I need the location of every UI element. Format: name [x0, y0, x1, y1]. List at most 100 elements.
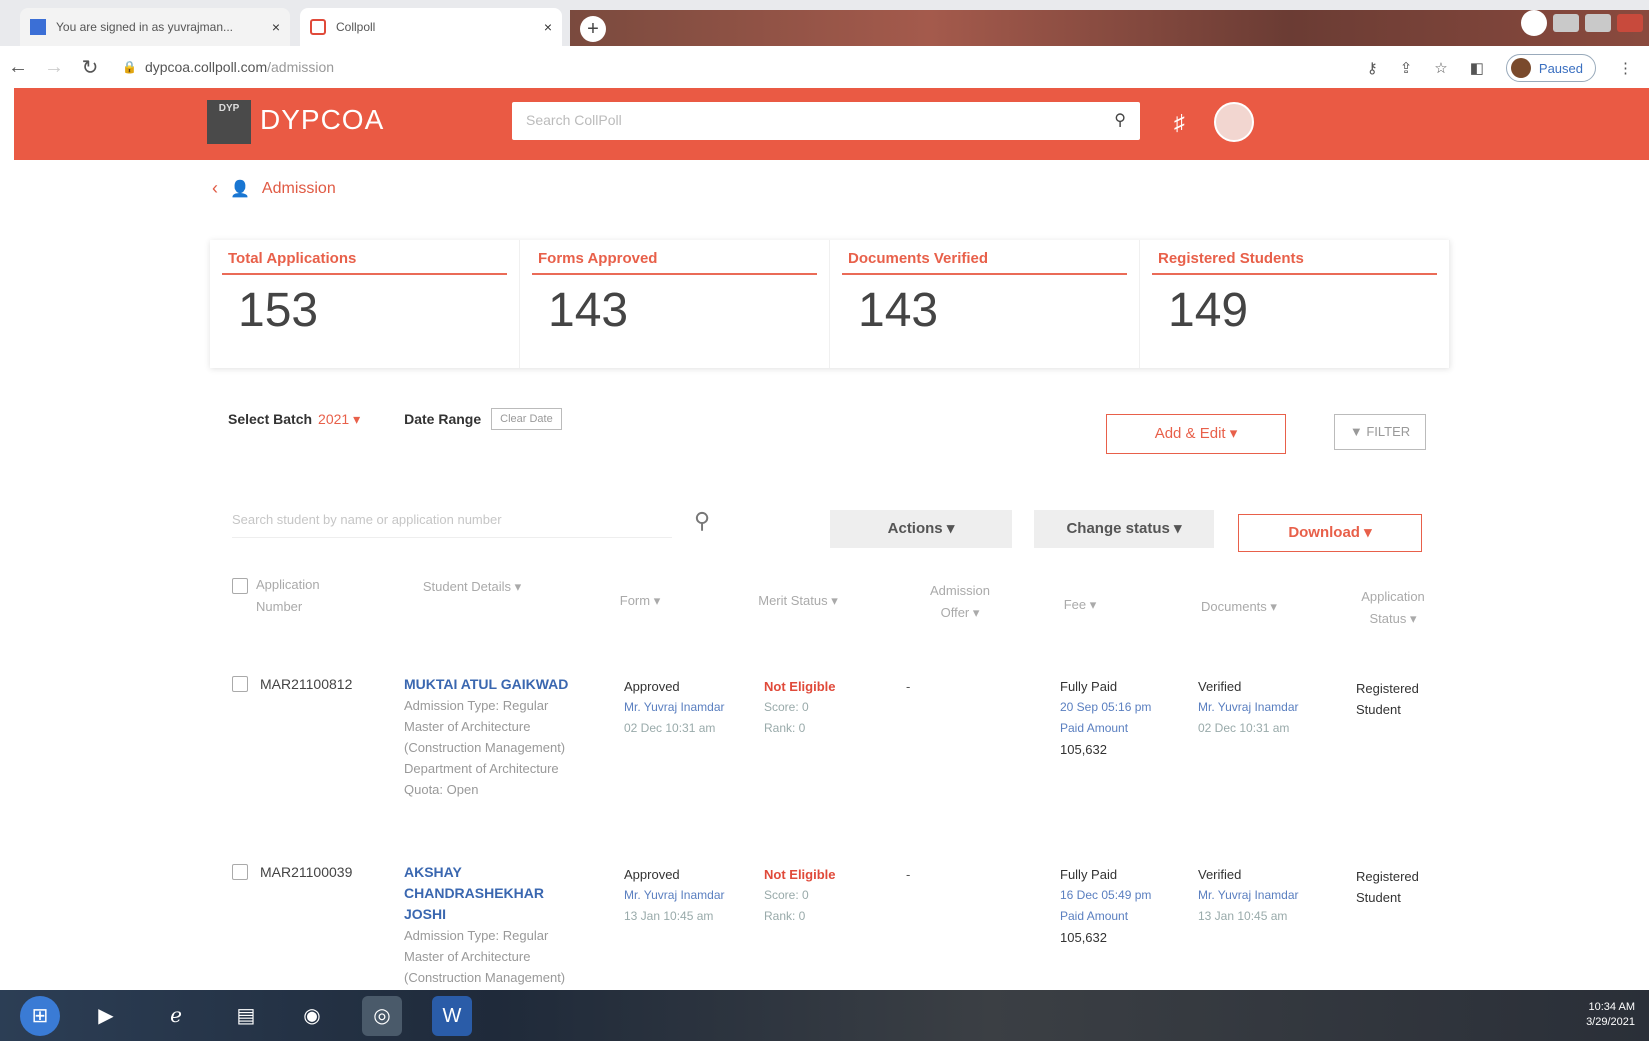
bookmark-star-icon[interactable]: ☆ — [1434, 59, 1447, 77]
table-row[interactable]: MAR21100812 MUKTAI ATUL GAIKWAD Admissio… — [230, 652, 1450, 842]
lock-icon: 🔒 — [122, 60, 137, 74]
stat-card-documents-verified[interactable]: Documents Verified 143 — [830, 240, 1140, 368]
internet-explorer-icon[interactable]: ℯ — [156, 996, 196, 1036]
stat-card-total-applications[interactable]: Total Applications 153 — [210, 240, 520, 368]
col-merit-status[interactable]: Merit Status ▾ — [738, 590, 858, 612]
col-documents[interactable]: Documents ▾ — [1184, 596, 1294, 618]
fee-cell: Fully Paid 20 Sep 05:16 pm Paid Amount 1… — [1060, 676, 1180, 760]
tab-search-icon[interactable] — [1521, 10, 1547, 36]
download-dropdown[interactable]: Download ▾ — [1238, 514, 1422, 552]
select-all-checkbox[interactable] — [232, 578, 248, 601]
more-menu-icon[interactable]: ⋮ — [1618, 59, 1633, 77]
student-name-link[interactable]: MUKTAI ATUL GAIKWAD — [404, 674, 594, 695]
brand-name[interactable]: DYPCOA — [260, 104, 384, 136]
close-tab-icon[interactable]: × — [544, 19, 552, 35]
student-detail-line: Admission Type: Regular — [404, 928, 549, 943]
filter-button[interactable]: ▼ FILTER — [1334, 414, 1426, 450]
url-host: dypcoa.collpoll.com — [144, 59, 268, 75]
student-search-input[interactable] — [232, 502, 672, 538]
search-icon[interactable]: ⚲ — [694, 508, 710, 534]
minimize-button[interactable] — [1553, 14, 1579, 32]
fee-amount: 105,632 — [1060, 742, 1107, 757]
application-number: MAR21100812 — [260, 676, 353, 692]
col-fee[interactable]: Fee ▾ — [1050, 594, 1110, 616]
stat-value: 149 — [1168, 284, 1249, 337]
app-header: DYP DYPCOA ⚲ ♯ — [14, 88, 1649, 160]
col-form[interactable]: Form ▾ — [600, 590, 680, 612]
stat-value: 153 — [238, 284, 319, 337]
back-chevron-icon[interactable]: ‹ — [212, 178, 218, 199]
system-tray-clock[interactable]: 10:34 AM 3/29/2021 — [1586, 1000, 1635, 1030]
actions-dropdown[interactable]: Actions ▾ — [830, 510, 1012, 548]
logo-text: DYP — [218, 103, 240, 114]
fee-status: Fully Paid — [1060, 679, 1118, 694]
start-button[interactable]: ⊞ — [20, 996, 60, 1036]
profile-paused-button[interactable]: Paused — [1505, 54, 1596, 82]
row-checkbox[interactable] — [232, 676, 248, 698]
col-admission-offer[interactable]: Admission Offer ▾ — [920, 580, 1000, 624]
fee-amount: 105,632 — [1060, 930, 1107, 945]
user-avatar[interactable] — [1214, 102, 1254, 142]
firefox-icon[interactable]: ◉ — [292, 996, 332, 1036]
forward-arrow-icon[interactable]: → — [36, 56, 72, 79]
documents-cell: Verified Mr. Yuvraj Inamdar 13 Jan 10:45… — [1198, 864, 1328, 927]
reload-icon[interactable]: ↻ — [72, 55, 108, 80]
clock-time: 10:34 AM — [1588, 1001, 1635, 1013]
word-icon[interactable]: W — [432, 996, 472, 1036]
student-details: MUKTAI ATUL GAIKWAD Admission Type: Regu… — [404, 674, 594, 800]
student-details: AKSHAY CHANDRASHEKHAR JOSHI Admission Ty… — [404, 862, 574, 988]
search-icon[interactable]: ⚲ — [1114, 110, 1126, 130]
form-cell: Approved Mr. Yuvraj Inamdar 02 Dec 10:31… — [624, 676, 754, 739]
student-detail-line: (Construction Management) — [404, 970, 566, 985]
clear-date-button[interactable]: Clear Date — [491, 408, 562, 430]
stat-label: Documents Verified — [842, 250, 1127, 275]
fee-cell: Fully Paid 16 Dec 05:49 pm Paid Amount 1… — [1060, 864, 1180, 948]
change-status-dropdown[interactable]: Change status ▾ — [1034, 510, 1214, 548]
back-arrow-icon[interactable]: ← — [0, 56, 36, 79]
tab-title: You are signed in as yuvrajman... — [56, 20, 233, 34]
merit-rank: Rank: 0 — [764, 909, 806, 923]
stat-card-registered-students[interactable]: Registered Students 149 — [1140, 240, 1450, 368]
address-bar: ← → ↻ 🔒 dypcoa.collpoll.com/admission ⚷ … — [0, 46, 1649, 88]
browser-toolbar: ⚷ ⇪ ☆ ◧ Paused ⋮ — [1367, 54, 1633, 82]
stat-value: 143 — [858, 284, 939, 337]
student-detail-line: Master of Architecture — [404, 949, 531, 964]
browser-tab-1[interactable]: You are signed in as yuvrajman... × — [20, 8, 290, 46]
close-tab-icon[interactable]: × — [272, 19, 280, 35]
windows-taskbar: ⊞ ▶ ℯ ▤ ◉ ◎ W 10:34 AM 3/29/2021 — [0, 990, 1649, 1041]
breadcrumb: ‹ 👤 Admission — [212, 178, 336, 199]
new-tab-button[interactable]: + — [580, 16, 606, 42]
admission-user-icon: 👤 — [230, 180, 250, 198]
media-player-icon[interactable]: ▶ — [86, 996, 126, 1036]
application-status: Registered Student — [1356, 869, 1419, 905]
notification-bell-icon[interactable]: ♯ — [1174, 110, 1185, 136]
student-name-link[interactable]: AKSHAY CHANDRASHEKHAR JOSHI — [404, 862, 574, 925]
merit-score: Score: 0 — [764, 888, 809, 902]
global-search: ⚲ — [512, 102, 1140, 140]
stat-label: Total Applications — [222, 250, 507, 275]
url-field[interactable]: 🔒 dypcoa.collpoll.com/admission — [122, 59, 334, 75]
share-icon[interactable]: ⇪ — [1400, 59, 1413, 77]
stat-card-forms-approved[interactable]: Forms Approved 143 — [520, 240, 830, 368]
maximize-button[interactable] — [1585, 14, 1611, 32]
documents-cell: Verified Mr. Yuvraj Inamdar 02 Dec 10:31… — [1198, 676, 1328, 739]
close-window-button[interactable] — [1617, 14, 1643, 32]
merit-cell: Not Eligible Score: 0 Rank: 0 — [764, 864, 884, 927]
profile-status-label: Paused — [1538, 60, 1583, 76]
merit-cell: Not Eligible Score: 0 Rank: 0 — [764, 676, 884, 739]
table-header: Application Number Student Details ▾ For… — [230, 572, 1450, 652]
col-student-details[interactable]: Student Details ▾ — [402, 576, 542, 598]
batch-dropdown[interactable]: 2021 ▾ — [318, 411, 360, 428]
url-path: /admission — [267, 59, 335, 75]
chrome-icon[interactable]: ◎ — [362, 996, 402, 1036]
col-application-status[interactable]: Application Status ▾ — [1348, 586, 1438, 630]
key-icon[interactable]: ⚷ — [1367, 59, 1378, 77]
add-edit-button[interactable]: Add & Edit ▾ — [1106, 414, 1286, 454]
side-panel-icon[interactable]: ◧ — [1470, 59, 1484, 77]
merit-rank: Rank: 0 — [764, 721, 806, 735]
student-detail-line: Department of Architecture — [404, 761, 559, 776]
row-checkbox[interactable] — [232, 864, 248, 886]
global-search-input[interactable] — [512, 102, 1072, 138]
file-explorer-icon[interactable]: ▤ — [226, 996, 266, 1036]
browser-tab-2[interactable]: Collpoll × — [300, 8, 562, 46]
